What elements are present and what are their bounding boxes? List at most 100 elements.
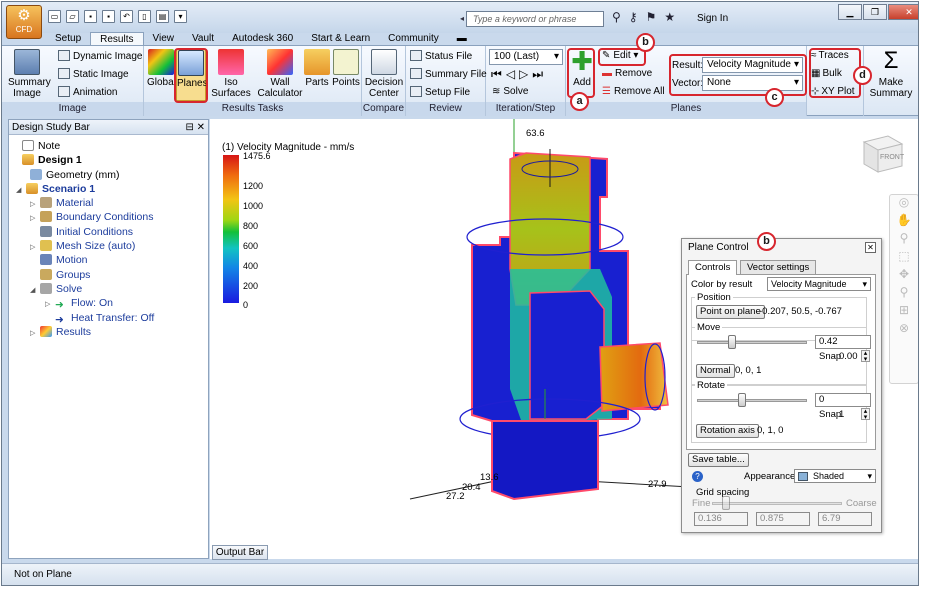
move-slider-thumb[interactable] xyxy=(727,335,736,349)
undo-icon[interactable]: ↶ xyxy=(120,10,133,23)
static-image-button[interactable]: Static Image xyxy=(58,68,129,81)
fit-icon[interactable]: ⊞ xyxy=(890,303,918,321)
record-icon[interactable]: ⊗ xyxy=(890,321,918,339)
status-file-button[interactable]: Status File xyxy=(410,50,472,63)
view-cube[interactable]: FRONT xyxy=(858,130,904,174)
new-icon[interactable]: ▭ xyxy=(48,10,61,23)
pan-icon[interactable]: ✋ xyxy=(890,213,918,231)
rotate-slider-thumb[interactable] xyxy=(737,393,746,407)
summary-file-button[interactable]: Summary File xyxy=(410,68,487,81)
tab-results[interactable]: Results xyxy=(90,32,144,45)
normal-button[interactable]: Normal xyxy=(696,364,735,378)
first-step-icon[interactable]: ⏮ xyxy=(491,67,506,81)
move-value-input[interactable]: 0.42 xyxy=(815,335,871,349)
tree-item-initial-conditions[interactable]: Initial Conditions xyxy=(12,225,208,239)
next-step-icon[interactable]: ▷ xyxy=(519,67,532,81)
rotate-value-input[interactable]: 0 xyxy=(815,393,871,407)
dropdown-icon[interactable]: ▾ xyxy=(174,10,187,23)
help-icon[interactable]: ? xyxy=(692,471,703,482)
tree-item-mesh-size[interactable]: ▷ Mesh Size (auto) xyxy=(12,239,208,253)
last-step-icon[interactable]: ⏭ xyxy=(532,67,547,81)
binoculars-icon[interactable]: ⚲ xyxy=(612,10,621,24)
point-on-plane-button[interactable]: Point on plane xyxy=(696,305,765,319)
search-expand-icon[interactable]: ◂ xyxy=(460,14,464,23)
tab-setup[interactable]: Setup xyxy=(46,32,90,45)
orbit-icon[interactable]: ✥ xyxy=(890,267,918,285)
dynamic-image-button[interactable]: Dynamic Image xyxy=(58,50,142,63)
save-as-icon[interactable]: ▪ xyxy=(102,10,115,23)
remove-all-planes-button[interactable]: ☰ Remove All xyxy=(602,86,665,98)
global-button[interactable]: Global xyxy=(147,49,176,88)
move-slider[interactable] xyxy=(697,341,807,344)
rotate-snap-spinner-icon[interactable]: ▴ ▾ xyxy=(861,408,870,421)
tree-item-motion[interactable]: Motion xyxy=(12,253,208,267)
tree-item-material[interactable]: ▷ Material xyxy=(12,196,208,210)
tree-item-heat-transfer[interactable]: ➜ Heat Transfer: Off xyxy=(12,311,208,326)
remove-plane-button[interactable]: ▬ Remove xyxy=(602,68,652,80)
tree-item-design[interactable]: Design 1 xyxy=(12,153,208,167)
zoom-window-icon[interactable]: ⬚ xyxy=(890,249,918,267)
global-label: Global xyxy=(147,77,176,88)
steering-wheel-icon[interactable]: ◎ xyxy=(890,195,918,213)
group-label-compare: Compare xyxy=(362,102,405,116)
application-menu-button[interactable]: ⚙ CFD xyxy=(6,5,42,39)
rotation-axis-button[interactable]: Rotation axis xyxy=(696,424,759,438)
tab-overflow-icon[interactable]: ▬ xyxy=(448,32,476,45)
settings-icon[interactable]: ▤ xyxy=(156,10,169,23)
tree-item-geometry[interactable]: Geometry (mm) xyxy=(12,168,208,182)
star-icon[interactable]: ★ xyxy=(664,10,675,24)
summary-image-button[interactable]: Summary Image xyxy=(8,49,51,99)
save-icon[interactable]: ▪ xyxy=(84,10,97,23)
make-summary-button[interactable]: Σ Make Summary xyxy=(868,49,914,100)
setup-file-button[interactable]: Setup File xyxy=(410,86,470,99)
move-snap-value[interactable]: 0.00 xyxy=(839,351,858,362)
grid-spacing-thumb[interactable] xyxy=(722,496,730,510)
side-outlet-flow xyxy=(599,342,669,412)
iso-surfaces-button[interactable]: Iso Surfaces xyxy=(208,49,254,99)
prev-step-icon[interactable]: ◁ xyxy=(506,67,519,81)
tab-vault[interactable]: Vault xyxy=(183,32,223,45)
copy-icon[interactable]: ▯ xyxy=(138,10,151,23)
open-icon[interactable]: ▱ xyxy=(66,10,79,23)
key-icon[interactable]: ⚷ xyxy=(629,10,638,24)
look-icon[interactable]: ⚲ xyxy=(890,285,918,303)
grid-spacing-slider[interactable] xyxy=(712,502,842,505)
tree-item-results[interactable]: ▷ Results xyxy=(12,325,208,339)
wall-calculator-button[interactable]: Wall Calculator xyxy=(256,49,304,99)
tab-vector-settings[interactable]: Vector settings xyxy=(740,260,817,274)
output-bar-button[interactable]: Output Bar xyxy=(212,545,268,560)
help-search-input[interactable]: Type a keyword or phrase xyxy=(466,11,604,27)
solve-button[interactable]: ≋ Solve xyxy=(492,86,528,98)
color-by-select[interactable]: Velocity Magnitude xyxy=(767,277,871,291)
tree-item-flow[interactable]: ▷ ➜ Flow: On xyxy=(12,296,208,311)
points-button[interactable]: Points xyxy=(332,49,360,88)
app-window: ⚙ CFD ▭ ▱ ▪ ▪ ↶ ▯ ▤ ▾ ◂ Type a keyword o… xyxy=(1,1,919,586)
parts-button[interactable]: Parts xyxy=(304,49,330,88)
panel-pin-close-icon[interactable]: ⊟ ✕ xyxy=(185,120,205,135)
animation-button[interactable]: Animation xyxy=(58,86,117,99)
tree-item-groups[interactable]: Groups xyxy=(12,268,208,282)
rotate-slider[interactable] xyxy=(697,399,807,402)
tab-community[interactable]: Community xyxy=(379,32,448,45)
save-table-button[interactable]: Save table... xyxy=(688,453,749,467)
tab-start-learn[interactable]: Start & Learn xyxy=(302,32,379,45)
close-icon[interactable]: ✕ xyxy=(888,4,918,20)
restore-icon[interactable]: ❐ xyxy=(863,4,887,20)
sign-in-link[interactable]: Sign In xyxy=(697,13,728,24)
tab-view[interactable]: View xyxy=(144,32,184,45)
decision-center-button[interactable]: Decision Center xyxy=(364,49,404,99)
close-icon[interactable]: ✕ xyxy=(865,242,876,253)
design-study-bar: Design Study Bar ⊟ ✕ Note Design 1 Geome… xyxy=(8,119,209,559)
iteration-select[interactable]: 100 (Last) xyxy=(489,49,563,65)
tree-item-solve[interactable]: ◢ Solve xyxy=(12,282,208,296)
minimize-icon[interactable]: ▁ xyxy=(838,4,862,20)
tab-autodesk-360[interactable]: Autodesk 360 xyxy=(223,32,302,45)
tree-item-note[interactable]: Note xyxy=(12,139,208,153)
move-snap-spinner-icon[interactable]: ▴ ▾ xyxy=(861,350,870,363)
tree-item-scenario[interactable]: ◢ Scenario 1 xyxy=(12,182,208,196)
zoom-icon[interactable]: ⚲ xyxy=(890,231,918,249)
antenna-icon[interactable]: ⚑ xyxy=(646,10,657,24)
tree-item-boundary-conditions[interactable]: ▷ Boundary Conditions xyxy=(12,210,208,224)
rotate-snap-value[interactable]: 1 xyxy=(839,409,844,420)
tab-controls[interactable]: Controls xyxy=(688,260,738,275)
